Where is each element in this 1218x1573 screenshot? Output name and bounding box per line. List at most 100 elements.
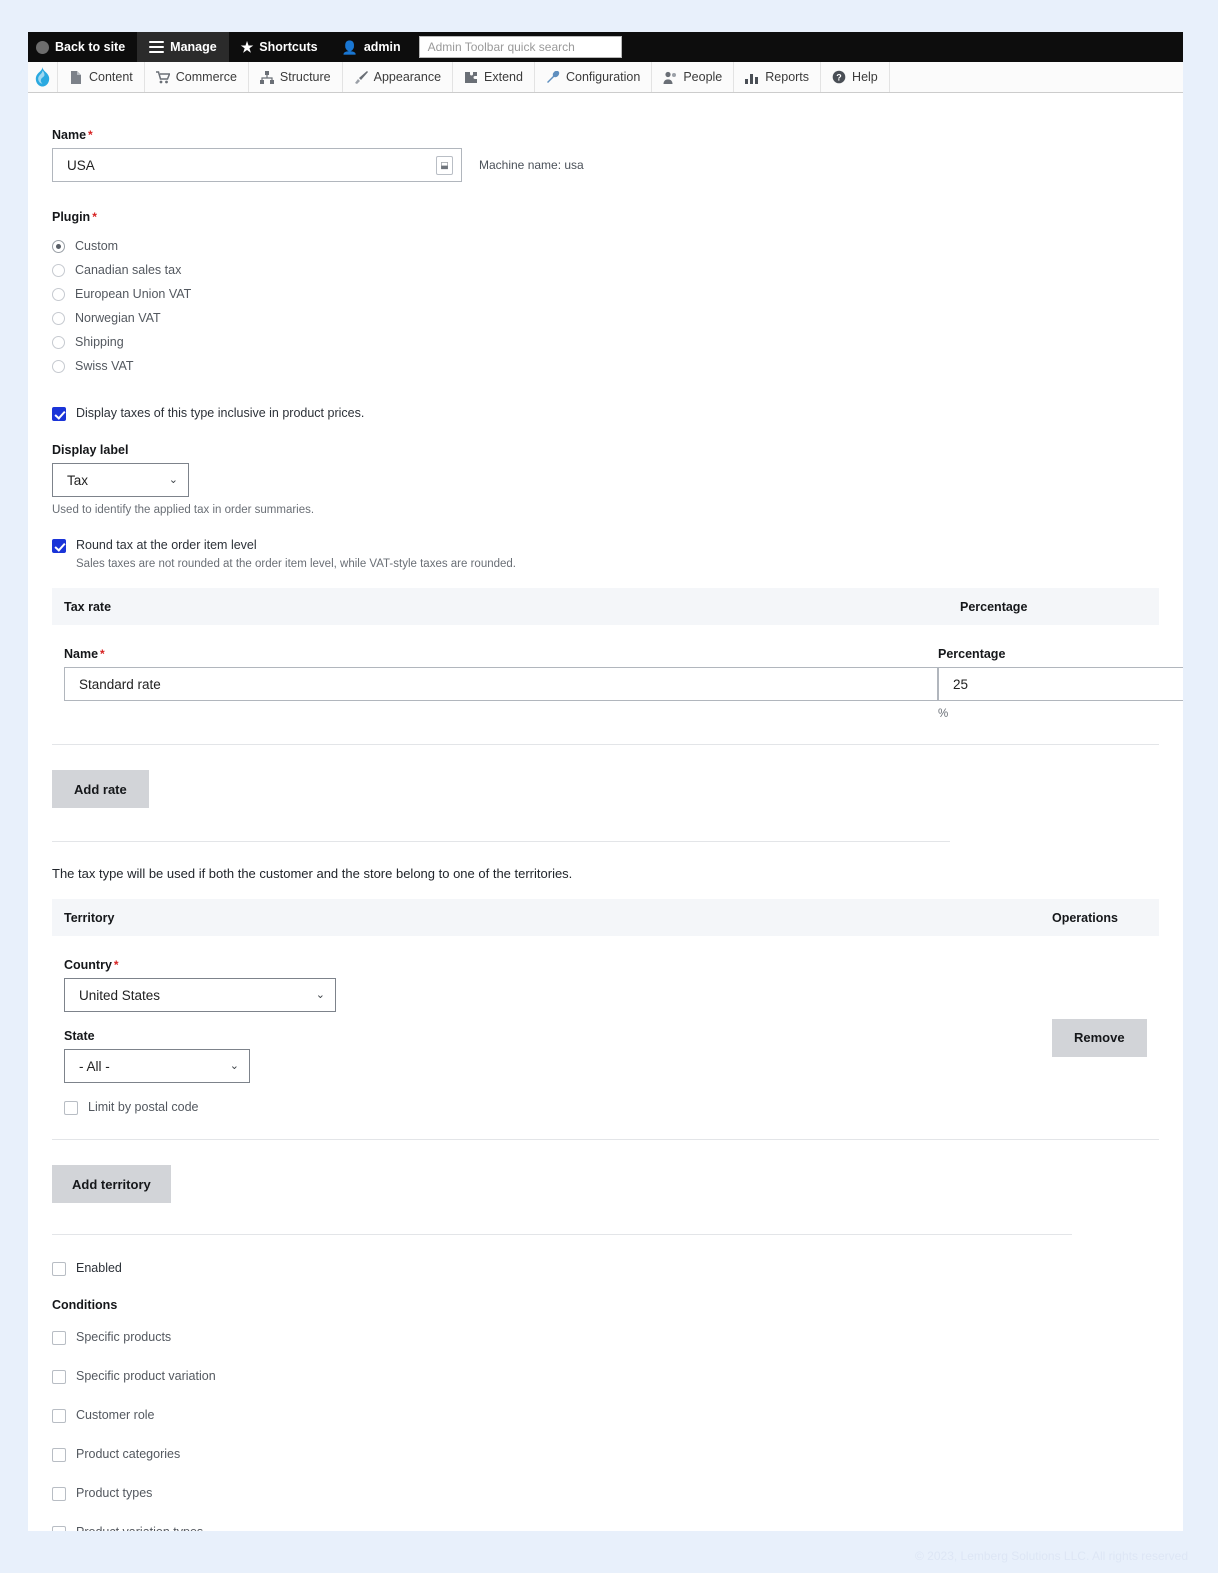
- radio-option-norwegian-vat[interactable]: Norwegian VAT: [52, 306, 1159, 330]
- star-icon: ★: [240, 39, 254, 55]
- country-select[interactable]: United States ⌄: [64, 978, 336, 1012]
- remove-territory-button[interactable]: Remove: [1052, 1018, 1147, 1057]
- round-tax-description: Sales taxes are not rounded at the order…: [76, 558, 517, 570]
- chevron-down-icon: ⌄: [229, 1059, 239, 1072]
- state-select[interactable]: - All - ⌄: [64, 1049, 250, 1083]
- wrench-icon: [546, 70, 560, 84]
- radio-option-european-union-vat[interactable]: European Union VAT: [52, 282, 1159, 306]
- enabled-checkbox[interactable]: Enabled: [52, 1261, 1159, 1276]
- condition-customer-role[interactable]: Customer role: [52, 1408, 1159, 1423]
- back-to-site-button[interactable]: Back to site: [28, 32, 137, 62]
- display-inclusive-checkbox[interactable]: Display taxes of this type inclusive in …: [52, 406, 1159, 421]
- display-label-select[interactable]: Tax ⌄: [52, 463, 189, 497]
- percent-suffix: %: [938, 708, 949, 720]
- condition-product-variation-types[interactable]: Product variation types: [52, 1525, 1159, 1531]
- percentage-input[interactable]: 25: [938, 667, 1183, 701]
- add-territory-button[interactable]: Add territory: [52, 1165, 171, 1203]
- radio-label: European Union VAT: [75, 287, 192, 301]
- checkbox-label: Limit by postal code: [88, 1100, 199, 1114]
- rate-name-input[interactable]: Standard rate: [64, 667, 938, 701]
- manage-label: Manage: [170, 40, 217, 54]
- radio-icon: [52, 287, 65, 301]
- svg-text:?: ?: [836, 73, 842, 83]
- checkbox-icon: [52, 1526, 66, 1531]
- menu-label: Structure: [279, 70, 331, 84]
- cart-icon: [155, 70, 170, 84]
- checkbox-label: Display taxes of this type inclusive in …: [76, 406, 365, 420]
- required-marker: *: [92, 210, 97, 224]
- radio-icon: [52, 359, 65, 373]
- radio-label: Canadian sales tax: [75, 263, 182, 277]
- account-tab[interactable]: 👤 admin: [330, 32, 413, 62]
- required-marker: *: [88, 128, 93, 142]
- checkbox-icon: [52, 1487, 66, 1501]
- menu-item-people[interactable]: People: [652, 62, 735, 92]
- condition-specific-products[interactable]: Specific products: [52, 1330, 1159, 1345]
- condition-product-types[interactable]: Product types: [52, 1486, 1159, 1501]
- menu-item-commerce[interactable]: Commerce: [145, 62, 249, 92]
- menu-item-appearance[interactable]: Appearance: [343, 62, 454, 92]
- territory-table-header: Territory Operations: [52, 899, 1159, 936]
- name-field-label: Name *: [52, 128, 1159, 142]
- column-header-percentage: Percentage: [960, 599, 1028, 614]
- brush-icon: [354, 70, 368, 84]
- divider: [52, 1234, 1072, 1235]
- checkbox-label: Round tax at the order item level: [76, 538, 257, 552]
- bar-chart-icon: [745, 70, 759, 84]
- territory-row: Country * United States ⌄ State - All - ⌄…: [52, 936, 1159, 1140]
- checkbox-icon: [52, 1331, 66, 1345]
- radio-icon: [52, 263, 65, 277]
- menu-item-extend[interactable]: Extend: [453, 62, 535, 92]
- menu-item-reports[interactable]: Reports: [734, 62, 822, 92]
- radio-option-shipping[interactable]: Shipping: [52, 330, 1159, 354]
- display-label-value: Tax: [67, 472, 89, 488]
- toolbar-search-input[interactable]: Admin Toolbar quick search: [418, 36, 622, 58]
- add-rate-button[interactable]: Add rate: [52, 770, 149, 808]
- rate-name-value: Standard rate: [79, 676, 161, 692]
- checkbox-label: Product categories: [76, 1447, 181, 1461]
- radio-label: Shipping: [75, 335, 124, 349]
- required-marker: *: [113, 958, 119, 972]
- state-label: State: [64, 1029, 95, 1043]
- shortcuts-tab[interactable]: ★ Shortcuts: [229, 32, 330, 62]
- footer-copyright: © 2023, Lemberg Solutions LLC. All right…: [915, 1549, 1188, 1563]
- round-tax-checkbox[interactable]: Round tax at the order item level Sales …: [52, 538, 1159, 570]
- country-value: United States: [79, 987, 161, 1003]
- country-label-text: Country: [64, 958, 112, 972]
- limit-postal-code-checkbox[interactable]: Limit by postal code: [64, 1100, 1052, 1115]
- name-label-text: Name: [52, 128, 87, 142]
- menu-item-content[interactable]: Content: [58, 62, 145, 92]
- menu-item-configuration[interactable]: Configuration: [535, 62, 653, 92]
- tax-rate-row: Name * Standard rate Percentage 25 %: [52, 625, 1183, 745]
- radio-option-swiss-vat[interactable]: Swiss VAT: [52, 354, 1159, 378]
- user-icon: 👤: [341, 39, 358, 55]
- checkbox-label: Product types: [76, 1486, 153, 1500]
- menu-item-help[interactable]: ? Help: [821, 62, 890, 92]
- name-input[interactable]: USA ⬓: [52, 148, 462, 182]
- checkbox-icon: [52, 539, 66, 553]
- column-header-tax-rate: Tax rate: [64, 599, 112, 614]
- condition-specific-product-variation[interactable]: Specific product variation: [52, 1369, 1159, 1384]
- plugin-field-label: Plugin *: [52, 210, 1159, 224]
- account-label: admin: [363, 40, 401, 54]
- radio-option-custom[interactable]: Custom: [52, 234, 1159, 258]
- radio-option-canadian-sales-tax[interactable]: Canadian sales tax: [52, 258, 1159, 282]
- menu-label: Commerce: [175, 70, 237, 84]
- checkbox-icon: [52, 1370, 66, 1384]
- name-field-row: USA ⬓ Machine name: usa: [52, 148, 1159, 182]
- question-circle-icon: ?: [832, 70, 846, 84]
- machine-name-edit-icon[interactable]: ⬓: [436, 155, 453, 175]
- manage-tab[interactable]: Manage: [137, 32, 229, 62]
- drupal-logo-icon[interactable]: [28, 62, 58, 92]
- percentage-label: Percentage: [938, 647, 1006, 661]
- chevron-down-icon: ⌄: [315, 988, 325, 1001]
- checkbox-icon: [52, 1448, 66, 1462]
- checkbox-icon: [52, 1409, 66, 1423]
- menu-item-structure[interactable]: Structure: [249, 62, 343, 92]
- condition-product-categories[interactable]: Product categories: [52, 1447, 1159, 1462]
- name-input-value: USA: [67, 157, 95, 173]
- rate-name-label: Name *: [64, 647, 938, 661]
- display-label-description: Used to identify the applied tax in orde…: [52, 504, 315, 516]
- menu-label: Help: [852, 70, 878, 84]
- rate-name-label-text: Name: [64, 647, 99, 661]
